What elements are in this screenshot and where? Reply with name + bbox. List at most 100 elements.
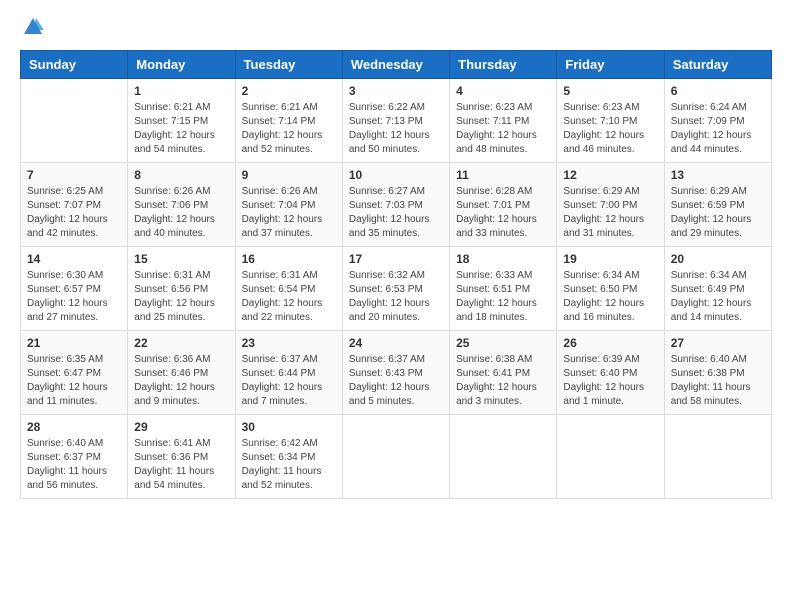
day-info: Sunrise: 6:24 AM Sunset: 7:09 PM Dayligh… bbox=[671, 101, 765, 157]
day-number: 15 bbox=[134, 252, 228, 266]
calendar-cell: 16 Sunrise: 6:31 AM Sunset: 6:54 PM Dayl… bbox=[235, 247, 342, 331]
week-row-1: 7 Sunrise: 6:25 AM Sunset: 7:07 PM Dayli… bbox=[21, 163, 772, 247]
calendar-cell: 21 Sunrise: 6:35 AM Sunset: 6:47 PM Dayl… bbox=[21, 331, 128, 415]
day-number: 8 bbox=[134, 168, 228, 182]
day-number: 14 bbox=[27, 252, 121, 266]
day-number: 25 bbox=[456, 336, 550, 350]
day-info: Sunrise: 6:35 AM Sunset: 6:47 PM Dayligh… bbox=[27, 353, 121, 409]
header-sunday: Sunday bbox=[21, 51, 128, 79]
day-number: 24 bbox=[349, 336, 443, 350]
day-number: 26 bbox=[563, 336, 657, 350]
day-info: Sunrise: 6:25 AM Sunset: 7:07 PM Dayligh… bbox=[27, 185, 121, 241]
day-number: 12 bbox=[563, 168, 657, 182]
calendar-cell bbox=[21, 79, 128, 163]
day-info: Sunrise: 6:23 AM Sunset: 7:10 PM Dayligh… bbox=[563, 101, 657, 157]
header-monday: Monday bbox=[128, 51, 235, 79]
day-number: 18 bbox=[456, 252, 550, 266]
calendar-cell: 5 Sunrise: 6:23 AM Sunset: 7:10 PM Dayli… bbox=[557, 79, 664, 163]
calendar-cell: 4 Sunrise: 6:23 AM Sunset: 7:11 PM Dayli… bbox=[450, 79, 557, 163]
calendar-cell: 26 Sunrise: 6:39 AM Sunset: 6:40 PM Dayl… bbox=[557, 331, 664, 415]
day-info: Sunrise: 6:26 AM Sunset: 7:04 PM Dayligh… bbox=[242, 185, 336, 241]
day-info: Sunrise: 6:26 AM Sunset: 7:06 PM Dayligh… bbox=[134, 185, 228, 241]
calendar-cell: 2 Sunrise: 6:21 AM Sunset: 7:14 PM Dayli… bbox=[235, 79, 342, 163]
day-number: 2 bbox=[242, 84, 336, 98]
day-number: 22 bbox=[134, 336, 228, 350]
day-number: 28 bbox=[27, 420, 121, 434]
week-row-3: 21 Sunrise: 6:35 AM Sunset: 6:47 PM Dayl… bbox=[21, 331, 772, 415]
calendar-cell: 29 Sunrise: 6:41 AM Sunset: 6:36 PM Dayl… bbox=[128, 415, 235, 499]
header-tuesday: Tuesday bbox=[235, 51, 342, 79]
day-number: 17 bbox=[349, 252, 443, 266]
day-info: Sunrise: 6:42 AM Sunset: 6:34 PM Dayligh… bbox=[242, 437, 336, 493]
day-info: Sunrise: 6:31 AM Sunset: 6:56 PM Dayligh… bbox=[134, 269, 228, 325]
calendar-cell: 22 Sunrise: 6:36 AM Sunset: 6:46 PM Dayl… bbox=[128, 331, 235, 415]
day-info: Sunrise: 6:33 AM Sunset: 6:51 PM Dayligh… bbox=[456, 269, 550, 325]
day-number: 7 bbox=[27, 168, 121, 182]
week-row-0: 1 Sunrise: 6:21 AM Sunset: 7:15 PM Dayli… bbox=[21, 79, 772, 163]
header-thursday: Thursday bbox=[450, 51, 557, 79]
day-info: Sunrise: 6:37 AM Sunset: 6:44 PM Dayligh… bbox=[242, 353, 336, 409]
day-info: Sunrise: 6:27 AM Sunset: 7:03 PM Dayligh… bbox=[349, 185, 443, 241]
day-number: 11 bbox=[456, 168, 550, 182]
day-info: Sunrise: 6:40 AM Sunset: 6:38 PM Dayligh… bbox=[671, 353, 765, 409]
day-number: 23 bbox=[242, 336, 336, 350]
day-info: Sunrise: 6:36 AM Sunset: 6:46 PM Dayligh… bbox=[134, 353, 228, 409]
day-info: Sunrise: 6:29 AM Sunset: 7:00 PM Dayligh… bbox=[563, 185, 657, 241]
header-wednesday: Wednesday bbox=[342, 51, 449, 79]
day-number: 29 bbox=[134, 420, 228, 434]
calendar-cell: 1 Sunrise: 6:21 AM Sunset: 7:15 PM Dayli… bbox=[128, 79, 235, 163]
header bbox=[20, 20, 772, 34]
calendar-cell: 13 Sunrise: 6:29 AM Sunset: 6:59 PM Dayl… bbox=[664, 163, 771, 247]
calendar: SundayMondayTuesdayWednesdayThursdayFrid… bbox=[20, 50, 772, 499]
day-number: 21 bbox=[27, 336, 121, 350]
day-info: Sunrise: 6:32 AM Sunset: 6:53 PM Dayligh… bbox=[349, 269, 443, 325]
calendar-cell: 19 Sunrise: 6:34 AM Sunset: 6:50 PM Dayl… bbox=[557, 247, 664, 331]
day-info: Sunrise: 6:40 AM Sunset: 6:37 PM Dayligh… bbox=[27, 437, 121, 493]
calendar-cell: 18 Sunrise: 6:33 AM Sunset: 6:51 PM Dayl… bbox=[450, 247, 557, 331]
day-info: Sunrise: 6:37 AM Sunset: 6:43 PM Dayligh… bbox=[349, 353, 443, 409]
day-info: Sunrise: 6:34 AM Sunset: 6:50 PM Dayligh… bbox=[563, 269, 657, 325]
calendar-cell: 8 Sunrise: 6:26 AM Sunset: 7:06 PM Dayli… bbox=[128, 163, 235, 247]
day-number: 10 bbox=[349, 168, 443, 182]
calendar-cell bbox=[450, 415, 557, 499]
calendar-cell: 24 Sunrise: 6:37 AM Sunset: 6:43 PM Dayl… bbox=[342, 331, 449, 415]
calendar-cell: 20 Sunrise: 6:34 AM Sunset: 6:49 PM Dayl… bbox=[664, 247, 771, 331]
day-info: Sunrise: 6:30 AM Sunset: 6:57 PM Dayligh… bbox=[27, 269, 121, 325]
calendar-cell: 17 Sunrise: 6:32 AM Sunset: 6:53 PM Dayl… bbox=[342, 247, 449, 331]
day-number: 16 bbox=[242, 252, 336, 266]
week-row-4: 28 Sunrise: 6:40 AM Sunset: 6:37 PM Dayl… bbox=[21, 415, 772, 499]
day-number: 20 bbox=[671, 252, 765, 266]
day-number: 1 bbox=[134, 84, 228, 98]
day-info: Sunrise: 6:21 AM Sunset: 7:14 PM Dayligh… bbox=[242, 101, 336, 157]
calendar-cell: 14 Sunrise: 6:30 AM Sunset: 6:57 PM Dayl… bbox=[21, 247, 128, 331]
header-saturday: Saturday bbox=[664, 51, 771, 79]
calendar-cell: 15 Sunrise: 6:31 AM Sunset: 6:56 PM Dayl… bbox=[128, 247, 235, 331]
calendar-cell bbox=[342, 415, 449, 499]
calendar-cell: 11 Sunrise: 6:28 AM Sunset: 7:01 PM Dayl… bbox=[450, 163, 557, 247]
calendar-cell: 27 Sunrise: 6:40 AM Sunset: 6:38 PM Dayl… bbox=[664, 331, 771, 415]
day-number: 30 bbox=[242, 420, 336, 434]
day-number: 19 bbox=[563, 252, 657, 266]
day-number: 3 bbox=[349, 84, 443, 98]
logo-icon bbox=[22, 16, 44, 38]
calendar-cell: 6 Sunrise: 6:24 AM Sunset: 7:09 PM Dayli… bbox=[664, 79, 771, 163]
day-info: Sunrise: 6:31 AM Sunset: 6:54 PM Dayligh… bbox=[242, 269, 336, 325]
day-number: 5 bbox=[563, 84, 657, 98]
header-friday: Friday bbox=[557, 51, 664, 79]
day-info: Sunrise: 6:28 AM Sunset: 7:01 PM Dayligh… bbox=[456, 185, 550, 241]
calendar-cell: 28 Sunrise: 6:40 AM Sunset: 6:37 PM Dayl… bbox=[21, 415, 128, 499]
day-info: Sunrise: 6:21 AM Sunset: 7:15 PM Dayligh… bbox=[134, 101, 228, 157]
calendar-cell: 23 Sunrise: 6:37 AM Sunset: 6:44 PM Dayl… bbox=[235, 331, 342, 415]
calendar-cell: 3 Sunrise: 6:22 AM Sunset: 7:13 PM Dayli… bbox=[342, 79, 449, 163]
calendar-header-row: SundayMondayTuesdayWednesdayThursdayFrid… bbox=[21, 51, 772, 79]
calendar-cell bbox=[664, 415, 771, 499]
week-row-2: 14 Sunrise: 6:30 AM Sunset: 6:57 PM Dayl… bbox=[21, 247, 772, 331]
day-info: Sunrise: 6:39 AM Sunset: 6:40 PM Dayligh… bbox=[563, 353, 657, 409]
day-number: 6 bbox=[671, 84, 765, 98]
calendar-cell: 10 Sunrise: 6:27 AM Sunset: 7:03 PM Dayl… bbox=[342, 163, 449, 247]
calendar-cell: 25 Sunrise: 6:38 AM Sunset: 6:41 PM Dayl… bbox=[450, 331, 557, 415]
day-number: 13 bbox=[671, 168, 765, 182]
day-number: 9 bbox=[242, 168, 336, 182]
calendar-cell bbox=[557, 415, 664, 499]
logo bbox=[20, 20, 44, 34]
